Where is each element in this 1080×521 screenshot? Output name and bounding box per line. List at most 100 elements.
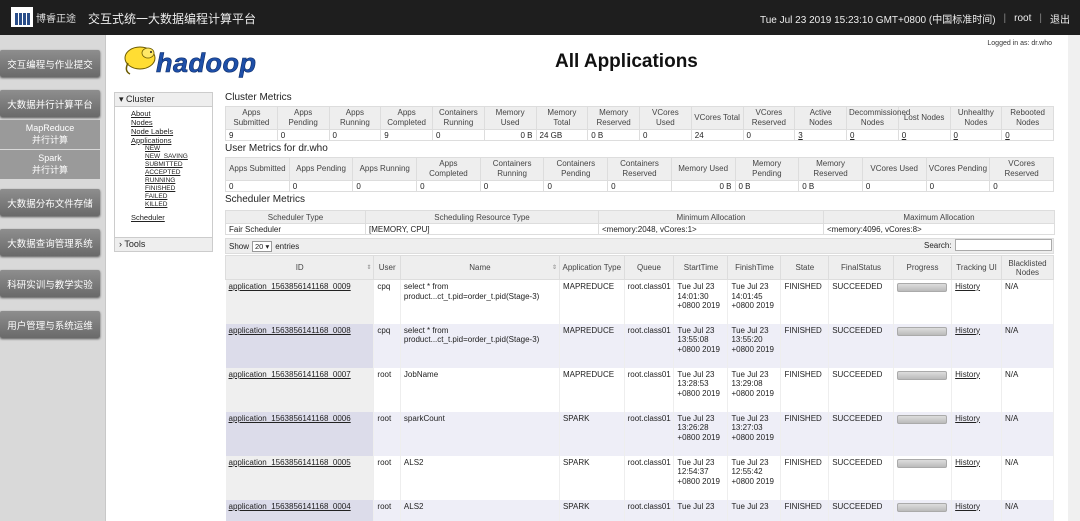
col-header: Apps Submitted bbox=[225, 157, 290, 181]
app-state: FINISHED bbox=[780, 323, 830, 368]
metric-value: 0 bbox=[639, 129, 692, 141]
col-header-state[interactable]: State bbox=[780, 255, 830, 280]
cluster-label: Cluster bbox=[126, 94, 155, 104]
col-header-label: StartTime bbox=[683, 263, 719, 272]
app-state: FINISHED bbox=[780, 279, 830, 324]
metric-value: 0 bbox=[288, 180, 354, 192]
col-header-finalstatus[interactable]: FinalStatus bbox=[828, 255, 894, 280]
col-header-progress[interactable]: Progress bbox=[892, 255, 953, 280]
col-header-id[interactable]: ID ⇕ bbox=[224, 255, 375, 280]
app-id-link[interactable]: application_1563856141168_0004 bbox=[225, 499, 375, 521]
menu-link-about[interactable]: About bbox=[131, 109, 212, 118]
col-header-tracking[interactable]: Tracking UI bbox=[951, 255, 1002, 280]
tools-menu-header[interactable]: › Tools bbox=[114, 237, 213, 252]
lost-nodes-link[interactable]: 0 bbox=[897, 129, 951, 141]
col-header-starttime[interactable]: StartTime bbox=[673, 255, 729, 280]
app-final-status: SUCCEEDED bbox=[828, 499, 894, 521]
menu-state-accepted[interactable]: ACCEPTED bbox=[145, 169, 212, 177]
page-title: All Applications bbox=[555, 51, 698, 72]
col-header-blacklisted[interactable]: Blacklisted Nodes bbox=[1000, 255, 1055, 280]
menu-state-running[interactable]: RUNNING bbox=[145, 177, 212, 185]
col-header-queue[interactable]: Queue bbox=[623, 255, 675, 280]
col-header-label: Application Type bbox=[562, 263, 622, 272]
app-blacklisted-nodes: N/A bbox=[1001, 323, 1055, 368]
nav-sub-spark[interactable]: Spark 并行计算 bbox=[0, 150, 100, 179]
app-tracking-link[interactable]: History bbox=[951, 323, 1002, 368]
unhealthy-nodes-link[interactable]: 0 bbox=[949, 129, 1003, 141]
vertical-scrollbar[interactable] bbox=[1068, 35, 1080, 521]
col-header-label: User bbox=[378, 263, 396, 272]
cluster-menu-header[interactable]: ▾ Cluster bbox=[115, 93, 212, 107]
app-tracking-link[interactable]: History bbox=[951, 455, 1002, 500]
menu-state-killed[interactable]: KILLED bbox=[145, 201, 212, 209]
app-start-time: Tue Jul 23 14:01:30 +0800 2019 bbox=[673, 279, 729, 324]
divider: | bbox=[1003, 13, 1007, 24]
current-user[interactable]: root bbox=[1014, 13, 1031, 24]
col-header-label: ID bbox=[295, 263, 304, 272]
col-header-label: Blacklisted Nodes bbox=[1008, 258, 1047, 277]
nav-parallel-computing[interactable]: 大数据并行计算平台 bbox=[0, 90, 100, 117]
nav-research-training[interactable]: 科研实训与教学实验 bbox=[0, 270, 100, 297]
app-tracking-link[interactable]: History bbox=[951, 367, 1002, 412]
col-header: Apps Pending bbox=[276, 106, 330, 130]
rebooted-nodes-link[interactable]: 0 bbox=[1001, 129, 1054, 141]
app-user: root bbox=[373, 499, 401, 521]
table-row: application_1563856141168_0005 root ALS2 SP… bbox=[225, 455, 1055, 500]
menu-link-scheduler[interactable]: Scheduler bbox=[131, 213, 212, 222]
metric-value: 0 B bbox=[483, 129, 537, 141]
app-id-link[interactable]: application_1563856141168_0008 bbox=[225, 323, 375, 368]
app-state: FINISHED bbox=[780, 367, 830, 412]
menu-link-applications[interactable]: Applications bbox=[131, 136, 212, 145]
metric-value: 0 B bbox=[587, 129, 640, 141]
app-id-link[interactable]: application_1563856141168_0005 bbox=[225, 455, 375, 500]
search-input[interactable] bbox=[954, 239, 1052, 251]
divider: | bbox=[1039, 13, 1042, 24]
entries-select[interactable]: 20 ▾ bbox=[252, 240, 273, 252]
metric-value: 0 bbox=[432, 129, 485, 141]
menu-link-node-labels[interactable]: Node Labels bbox=[131, 127, 212, 136]
menu-state-submitted[interactable]: SUBMITTED bbox=[145, 161, 212, 169]
system-title: 交互式统一大数据编程计算平台 bbox=[88, 12, 257, 26]
nav-sub-mapreduce[interactable]: MapReduce 并行计算 bbox=[0, 120, 100, 149]
metric-value: 0 B bbox=[670, 180, 736, 192]
app-tracking-link[interactable]: History bbox=[951, 411, 1002, 456]
col-header: Memory Total bbox=[535, 106, 589, 130]
col-header: VCores Reserved bbox=[989, 157, 1054, 181]
decommissioned-nodes-link[interactable]: 0 bbox=[846, 129, 899, 141]
metric-value: 0 bbox=[742, 129, 796, 141]
chevron-down-icon: ▾ bbox=[265, 241, 270, 251]
maximum-allocation: <memory:4096, vCores:8> bbox=[823, 223, 1055, 235]
logout-link[interactable]: 退出 bbox=[1050, 11, 1070, 26]
col-header-label: Tracking UI bbox=[956, 263, 997, 272]
nav-user-ops[interactable]: 用户管理与系统运维 bbox=[0, 311, 100, 338]
col-header-type[interactable]: Application Type bbox=[558, 255, 625, 280]
main-content: hadoop All Applications Logged in as: dr… bbox=[106, 35, 1080, 521]
col-header: Scheduling Resource Type bbox=[365, 210, 599, 224]
metric-value: 0 B bbox=[734, 180, 800, 192]
app-id-link[interactable]: application_1563856141168_0007 bbox=[225, 367, 375, 412]
col-header: Containers Running bbox=[479, 157, 545, 181]
nav-interactive-programming[interactable]: 交互编程与作业提交 bbox=[0, 50, 100, 77]
cluster-menu: ▾ Cluster About Nodes Node Labels Applic… bbox=[114, 92, 213, 251]
active-nodes-link[interactable]: 3 bbox=[794, 129, 847, 141]
col-header-user[interactable]: User bbox=[373, 255, 401, 280]
col-header-finishtime[interactable]: FinishTime bbox=[727, 255, 782, 280]
app-tracking-link[interactable]: History bbox=[951, 499, 1002, 521]
applications-header-row: ID ⇕ User Name ⇕ Application Type Queue St… bbox=[224, 255, 1055, 280]
menu-link-nodes[interactable]: Nodes bbox=[131, 118, 212, 127]
col-header-name[interactable]: Name ⇕ bbox=[399, 255, 560, 280]
menu-state-new[interactable]: NEW bbox=[145, 145, 212, 153]
menu-state-new-saving[interactable]: NEW_SAVING bbox=[145, 153, 212, 161]
app-name: select * from product...ct_t.pid=order_t… bbox=[400, 323, 560, 368]
menu-state-finished[interactable]: FINISHED bbox=[145, 185, 212, 193]
minimum-allocation: <memory:2048, vCores:1> bbox=[598, 223, 824, 235]
col-header: Decommissioned Nodes bbox=[846, 106, 910, 130]
nav-query-management[interactable]: 大数据查询管理系统 bbox=[0, 229, 100, 256]
app-tracking-link[interactable]: History bbox=[951, 279, 1002, 324]
app-id-link[interactable]: application_1563856141168_0009 bbox=[225, 279, 375, 324]
app-id-link[interactable]: application_1563856141168_0006 bbox=[225, 411, 375, 456]
app-type: MAPREDUCE bbox=[559, 367, 625, 412]
progress-bar bbox=[896, 370, 947, 380]
menu-state-failed[interactable]: FAILED bbox=[145, 193, 212, 201]
nav-distributed-storage[interactable]: 大数据分布文件存储 bbox=[0, 189, 100, 216]
